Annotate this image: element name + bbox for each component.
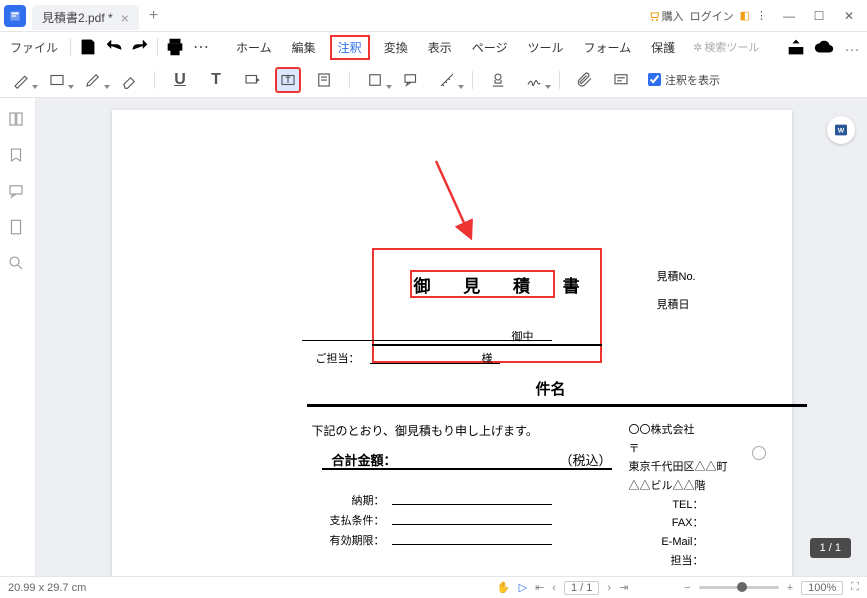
stamp-tool-icon[interactable] <box>485 67 511 93</box>
minimize-button[interactable]: — <box>775 4 803 28</box>
yuukou-label: 有効期限： <box>330 532 385 548</box>
note-tool-icon[interactable] <box>311 67 337 93</box>
tab-convert[interactable]: 変換 <box>378 35 414 60</box>
underline-tool-icon[interactable]: U <box>167 67 193 93</box>
nouki-label: 納期： <box>352 492 385 508</box>
cloud-icon[interactable] <box>813 36 835 58</box>
shiharai-label: 支払条件： <box>330 512 385 528</box>
select-tool-icon[interactable]: ▷ <box>519 581 527 594</box>
pdf-page: 御 見 積 書 見積No. 見積日 御中 ご担当： 様 件名 下記のとおり、御見… <box>112 110 792 576</box>
new-tab-button[interactable]: + <box>149 7 158 25</box>
text-tool-icon[interactable]: T <box>203 67 229 93</box>
intro-text: 下記のとおり、御見積もり申し上げます。 <box>312 422 538 439</box>
first-page-icon[interactable]: ⇤ <box>535 581 544 594</box>
convert-to-word-icon[interactable]: W <box>827 116 855 144</box>
undo-icon[interactable] <box>103 36 125 58</box>
app-logo-icon <box>4 5 26 27</box>
page-indicator: 1 / 1 <box>810 538 851 558</box>
zoom-value[interactable]: 100% <box>801 581 843 595</box>
manage-comments-icon[interactable] <box>608 67 634 93</box>
subject-title: 件名 <box>536 378 566 399</box>
save-icon[interactable] <box>77 36 99 58</box>
bookmark-icon[interactable] <box>7 146 29 168</box>
zoom-out-icon[interactable]: − <box>684 582 690 594</box>
left-sidebar <box>0 98 36 576</box>
svg-text:W: W <box>838 128 845 135</box>
gotantou-label: ご担当： <box>316 350 360 366</box>
share-icon[interactable] <box>785 36 807 58</box>
seal-placeholder <box>752 446 766 460</box>
login-link[interactable]: ログイン <box>690 8 734 24</box>
tab-view[interactable]: 表示 <box>422 35 458 60</box>
tab-protect[interactable]: 保護 <box>645 35 681 60</box>
signature-tool-icon[interactable] <box>521 67 547 93</box>
attachment-list-icon[interactable] <box>7 218 29 240</box>
pencil-tool-icon[interactable] <box>80 67 106 93</box>
callout-tool-icon[interactable] <box>398 67 424 93</box>
buy-link[interactable]: 購入 <box>648 8 684 24</box>
textbox-tool-icon[interactable] <box>275 67 301 93</box>
document-tab[interactable]: 見積書2.pdf * × <box>32 5 139 30</box>
measure-tool-icon[interactable] <box>434 67 460 93</box>
more-icon[interactable]: ⋯ <box>190 36 212 58</box>
tab-page[interactable]: ページ <box>466 35 514 60</box>
shape-tool-icon[interactable] <box>362 67 388 93</box>
help-icon[interactable]: … <box>841 36 863 58</box>
fit-page-icon[interactable]: ⛶ <box>851 581 859 594</box>
company-block: 〇〇株式会社 〒 東京千代田区△△町 △△ビル△△階 TEL： FAX： E-M… <box>629 421 728 571</box>
hand-tool-icon[interactable]: ✋ <box>497 581 511 594</box>
tax-incl: （税込） <box>560 450 612 469</box>
menubar: ファイル ⋯ ホーム 編集 注釈 変換 表示 ページ ツール フォーム 保護 ✲… <box>0 32 867 62</box>
print-icon[interactable] <box>164 36 186 58</box>
close-button[interactable]: ✕ <box>835 4 863 28</box>
estimate-date-label: 見積日 <box>657 296 690 312</box>
kebab-menu-icon[interactable]: ⋮ <box>756 9 767 22</box>
titlebar: 見積書2.pdf * × + 購入 ログイン ◧ ⋮ — ☐ ✕ <box>0 0 867 32</box>
file-menu[interactable]: ファイル <box>4 35 64 60</box>
page-input[interactable]: 1 / 1 <box>564 581 599 595</box>
document-viewport[interactable]: 御 見 積 書 見積No. 見積日 御中 ご担当： 様 件名 下記のとおり、御見… <box>36 98 867 576</box>
onchuu-label: 御中 <box>512 328 534 344</box>
zoom-in-icon[interactable]: + <box>787 582 793 594</box>
page-dimensions: 20.99 x 29.7 cm <box>8 582 86 594</box>
tab-tool[interactable]: ツール <box>521 35 569 60</box>
show-annotations-toggle[interactable]: 注釈を表示 <box>648 72 720 88</box>
search-icon[interactable] <box>7 254 29 276</box>
document-title: 御 見 積 書 <box>414 272 594 297</box>
text-callout-icon[interactable] <box>239 67 265 93</box>
maximize-button[interactable]: ☐ <box>805 4 833 28</box>
total-label: 合計金額： <box>332 450 397 469</box>
prev-page-icon[interactable]: ‹ <box>552 582 556 594</box>
eraser-tool-icon[interactable] <box>116 67 142 93</box>
attachment-tool-icon[interactable] <box>572 67 598 93</box>
redo-icon[interactable] <box>129 36 151 58</box>
statusbar: 20.99 x 29.7 cm ✋ ▷ ⇤ ‹ 1 / 1 › ⇥ − + 10… <box>0 576 867 598</box>
tab-title: 見積書2.pdf * <box>42 9 113 26</box>
search-tool[interactable]: ✲ 検索ツール <box>693 39 759 55</box>
estimate-no-label: 見積No. <box>657 268 696 284</box>
next-page-icon[interactable]: › <box>607 582 611 594</box>
notification-icon[interactable]: ◧ <box>740 9 750 22</box>
tab-edit[interactable]: 編集 <box>286 35 322 60</box>
comment-list-icon[interactable] <box>7 182 29 204</box>
tab-form[interactable]: フォーム <box>578 35 638 60</box>
tab-home[interactable]: ホーム <box>230 35 278 60</box>
highlight-tool-icon[interactable] <box>8 67 34 93</box>
tab-close-icon[interactable]: × <box>121 10 129 26</box>
zoom-slider[interactable] <box>699 586 779 589</box>
annotation-toolbar: U T 注釈を表示 <box>0 62 867 98</box>
area-highlight-icon[interactable] <box>44 67 70 93</box>
last-page-icon[interactable]: ⇥ <box>619 581 628 594</box>
tab-annotate[interactable]: 注釈 <box>330 35 370 60</box>
thumbnails-icon[interactable] <box>7 110 29 132</box>
